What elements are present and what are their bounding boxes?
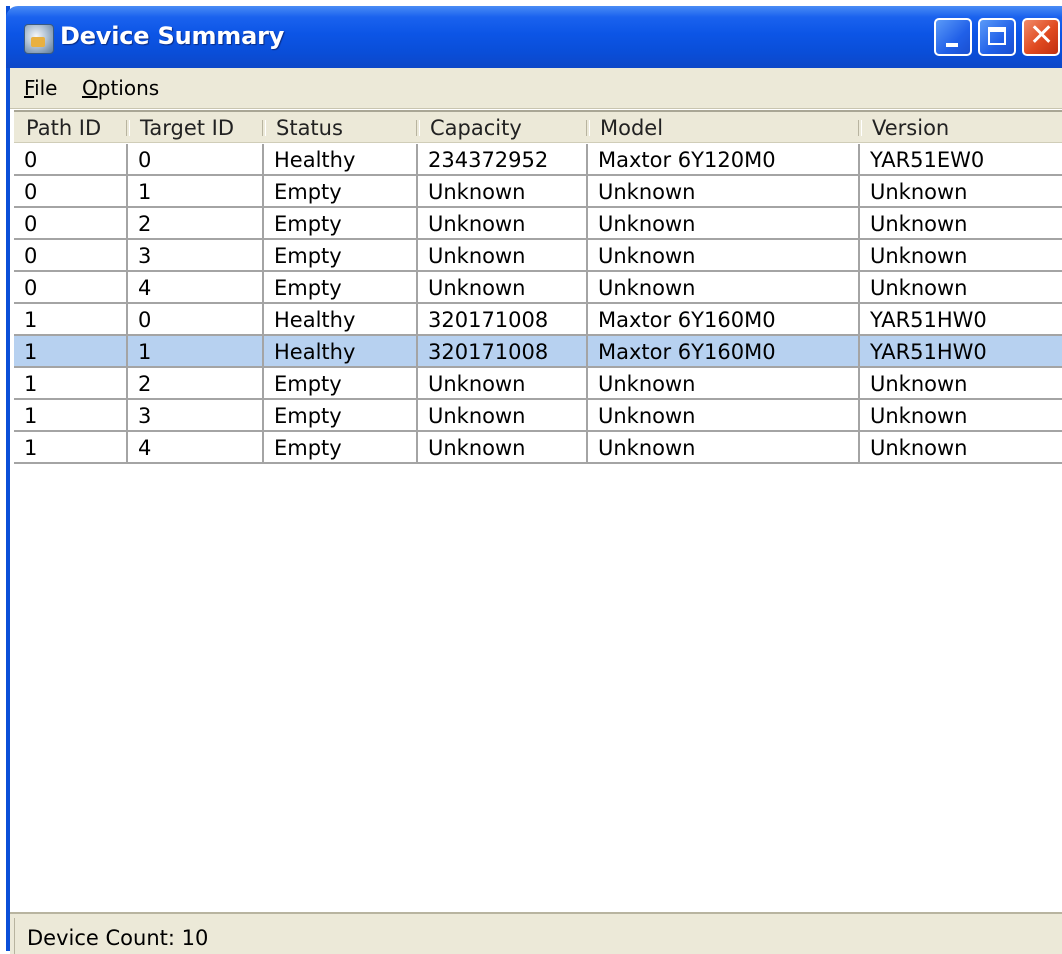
cell-model: Unknown <box>588 176 860 206</box>
cell-status: Empty <box>264 400 418 430</box>
cell-version: Unknown <box>860 368 1062 398</box>
cell-target-id: 0 <box>128 144 264 174</box>
cell-status: Empty <box>264 272 418 302</box>
device-summary-app-icon[interactable] <box>24 24 54 54</box>
table-header: Path ID Target ID Status Capacity Model Versi… <box>14 112 1062 143</box>
column-resize-handle[interactable] <box>126 120 130 136</box>
cell-target-id: 1 <box>128 336 264 366</box>
cell-target-id: 3 <box>128 240 264 270</box>
cell-status: Empty <box>264 208 418 238</box>
menu-bar: File Options <box>10 68 1062 109</box>
status-panel: Device Count: 10 <box>14 918 1062 954</box>
cell-path-id: 1 <box>14 336 128 366</box>
cell-status: Healthy <box>264 304 418 334</box>
cell-capacity: Unknown <box>418 176 588 206</box>
cell-status: Healthy <box>264 144 418 174</box>
cell-capacity: Unknown <box>418 400 588 430</box>
minimize-button[interactable] <box>934 18 972 56</box>
device-summary-window: Device Summary ✕ File Options Path ID Tar… <box>6 6 1062 954</box>
column-resize-handle[interactable] <box>416 120 420 136</box>
cell-capacity: 320171008 <box>418 304 588 334</box>
table-row-selected[interactable]: 1 1 Healthy 320171008 Maxtor 6Y160M0 YAR51HW0 <box>14 336 1062 368</box>
column-header-path-id[interactable]: Path ID <box>14 112 128 142</box>
cell-version: Unknown <box>860 400 1062 430</box>
cell-path-id: 1 <box>14 432 128 462</box>
status-bar: Device Count: 10 <box>10 912 1062 954</box>
cell-status: Empty <box>264 240 418 270</box>
cell-target-id: 1 <box>128 176 264 206</box>
cell-version: YAR51HW0 <box>860 304 1062 334</box>
column-header-capacity[interactable]: Capacity <box>418 112 588 142</box>
column-header-target-id[interactable]: Target ID <box>128 112 264 142</box>
column-resize-handle[interactable] <box>262 120 266 136</box>
cell-status: Healthy <box>264 336 418 366</box>
cell-model: Maxtor 6Y160M0 <box>588 336 860 366</box>
table-row[interactable]: 0 3 Empty Unknown Unknown Unknown <box>14 240 1062 272</box>
cell-path-id: 1 <box>14 368 128 398</box>
cell-target-id: 4 <box>128 432 264 462</box>
cell-model: Unknown <box>588 368 860 398</box>
cell-model: Unknown <box>588 400 860 430</box>
menu-file[interactable]: File <box>24 76 57 100</box>
cell-version: YAR51EW0 <box>860 144 1062 174</box>
title-bar[interactable]: Device Summary ✕ <box>6 6 1062 68</box>
cell-target-id: 4 <box>128 272 264 302</box>
cell-version: YAR51HW0 <box>860 336 1062 366</box>
cell-model: Unknown <box>588 272 860 302</box>
cell-path-id: 1 <box>14 304 128 334</box>
cell-capacity: Unknown <box>418 240 588 270</box>
maximize-button[interactable] <box>978 18 1016 56</box>
cell-model: Maxtor 6Y160M0 <box>588 304 860 334</box>
table-row[interactable]: 0 2 Empty Unknown Unknown Unknown <box>14 208 1062 240</box>
column-header-model[interactable]: Model <box>588 112 860 142</box>
table-row[interactable]: 0 1 Empty Unknown Unknown Unknown <box>14 176 1062 208</box>
window-title: Device Summary <box>60 22 285 50</box>
table-row[interactable]: 1 0 Healthy 320171008 Maxtor 6Y160M0 YAR51HW0 <box>14 304 1062 336</box>
cell-target-id: 2 <box>128 208 264 238</box>
device-table[interactable]: Path ID Target ID Status Capacity Model Versi… <box>14 110 1062 912</box>
cell-path-id: 0 <box>14 240 128 270</box>
close-icon: ✕ <box>1029 18 1055 53</box>
menu-options[interactable]: Options <box>82 76 159 100</box>
cell-version: Unknown <box>860 272 1062 302</box>
cell-capacity: Unknown <box>418 432 588 462</box>
cell-path-id: 0 <box>14 272 128 302</box>
cell-capacity: 320171008 <box>418 336 588 366</box>
column-header-status[interactable]: Status <box>264 112 418 142</box>
cell-version: Unknown <box>860 208 1062 238</box>
cell-path-id: 0 <box>14 176 128 206</box>
cell-capacity: Unknown <box>418 208 588 238</box>
cell-status: Empty <box>264 368 418 398</box>
cell-path-id: 0 <box>14 144 128 174</box>
cell-target-id: 3 <box>128 400 264 430</box>
cell-model: Unknown <box>588 240 860 270</box>
table-row[interactable]: 1 3 Empty Unknown Unknown Unknown <box>14 400 1062 432</box>
minimize-icon <box>946 43 958 47</box>
table-row[interactable]: 1 4 Empty Unknown Unknown Unknown <box>14 432 1062 464</box>
table-row[interactable]: 0 4 Empty Unknown Unknown Unknown <box>14 272 1062 304</box>
cell-path-id: 1 <box>14 400 128 430</box>
column-resize-handle[interactable] <box>586 120 590 136</box>
cell-status: Empty <box>264 432 418 462</box>
cell-path-id: 0 <box>14 208 128 238</box>
device-count-text: Device Count: 10 <box>27 926 209 950</box>
cell-target-id: 0 <box>128 304 264 334</box>
cell-capacity: Unknown <box>418 368 588 398</box>
column-header-version[interactable]: Version <box>860 112 1062 142</box>
cell-model: Unknown <box>588 208 860 238</box>
close-button[interactable]: ✕ <box>1022 18 1060 56</box>
maximize-icon <box>988 27 1006 45</box>
table-row[interactable]: 0 0 Healthy 234372952 Maxtor 6Y120M0 YAR51EW0 <box>14 144 1062 176</box>
cell-version: Unknown <box>860 176 1062 206</box>
cell-capacity: Unknown <box>418 272 588 302</box>
table-row[interactable]: 1 2 Empty Unknown Unknown Unknown <box>14 368 1062 400</box>
cell-capacity: 234372952 <box>418 144 588 174</box>
cell-version: Unknown <box>860 240 1062 270</box>
cell-target-id: 2 <box>128 368 264 398</box>
column-resize-handle[interactable] <box>858 120 862 136</box>
cell-status: Empty <box>264 176 418 206</box>
cell-version: Unknown <box>860 432 1062 462</box>
cell-model: Maxtor 6Y120M0 <box>588 144 860 174</box>
cell-model: Unknown <box>588 432 860 462</box>
